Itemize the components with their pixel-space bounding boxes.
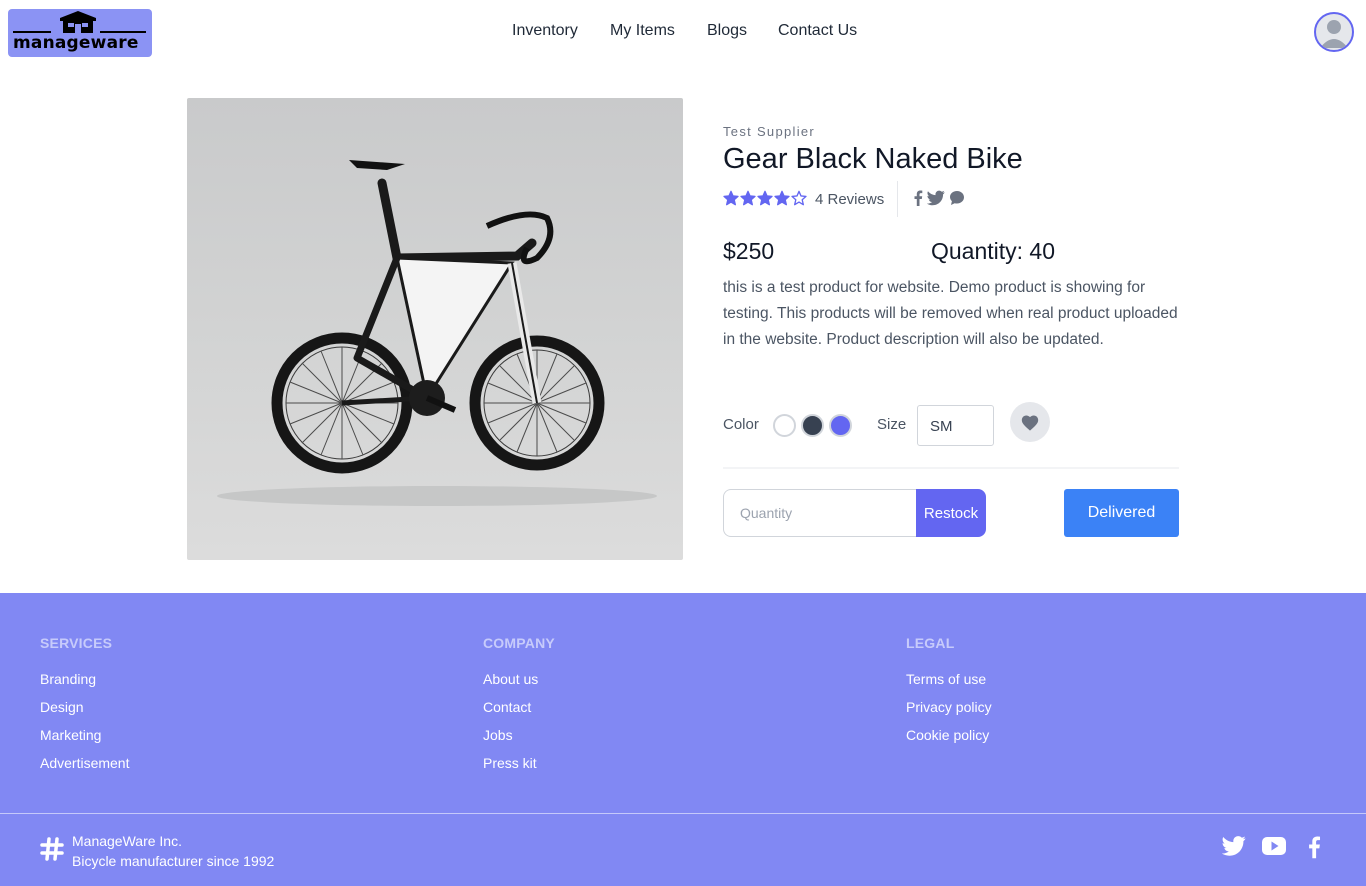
- product-image: [187, 98, 683, 560]
- size-label: Size: [877, 416, 907, 433]
- footer-link-terms[interactable]: Terms of use: [906, 671, 992, 699]
- footer-company: COMPANY About us Contact Jobs Press kit: [483, 635, 555, 783]
- product-description: this is a test product for website. Demo…: [723, 279, 1178, 348]
- site-footer: SERVICES Branding Design Marketing Adver…: [0, 593, 1366, 886]
- heart-icon: [1021, 415, 1039, 431]
- chat-icon[interactable]: [949, 190, 965, 211]
- twitter-icon[interactable]: [926, 190, 945, 211]
- supplier-name: Test Supplier: [723, 124, 816, 139]
- footer-heading-services: SERVICES: [40, 635, 113, 651]
- product-price: $250: [723, 238, 775, 264]
- color-swatch-gray[interactable]: [801, 414, 824, 437]
- footer-services: SERVICES Branding Design Marketing Adver…: [40, 635, 129, 783]
- footer-link-jobs[interactable]: Jobs: [483, 727, 555, 755]
- share-icons: [913, 190, 965, 211]
- footer-link-cookie[interactable]: Cookie policy: [906, 727, 992, 755]
- color-swatch-indigo[interactable]: [829, 414, 852, 437]
- company-name: ManageWare Inc.: [72, 833, 182, 849]
- star-rating: [723, 188, 807, 212]
- nav-blogs[interactable]: Blogs: [707, 22, 747, 40]
- star-filled-icon: [774, 190, 790, 211]
- star-empty-icon: [791, 190, 807, 211]
- restock-button[interactable]: Restock: [916, 489, 986, 537]
- user-avatar-icon[interactable]: [1314, 12, 1354, 52]
- hashtag-logo-icon: [40, 837, 64, 861]
- nav-contact-us[interactable]: Contact Us: [778, 22, 857, 40]
- site-header: manageware Inventory My Items Blogs Cont…: [0, 0, 1366, 68]
- star-filled-icon: [723, 190, 739, 211]
- color-swatch-white[interactable]: [773, 414, 796, 437]
- star-filled-icon: [757, 190, 773, 211]
- color-label: Color: [723, 416, 759, 433]
- footer-link-press-kit[interactable]: Press kit: [483, 755, 555, 783]
- footer-link-privacy[interactable]: Privacy policy: [906, 699, 992, 727]
- main-nav: Inventory My Items Blogs Contact Us: [0, 22, 1366, 46]
- footer-link-contact[interactable]: Contact: [483, 699, 555, 727]
- footer-link-branding[interactable]: Branding: [40, 671, 129, 699]
- footer-heading-legal: LEGAL: [906, 635, 955, 651]
- company-tagline: Bicycle manufacturer since 1992: [72, 853, 275, 869]
- footer-legal: LEGAL Terms of use Privacy policy Cookie…: [906, 635, 992, 755]
- footer-link-design[interactable]: Design: [40, 699, 129, 727]
- footer-link-about[interactable]: About us: [483, 671, 555, 699]
- rating-divider: [897, 181, 898, 217]
- youtube-icon[interactable]: [1262, 836, 1286, 861]
- delivered-button[interactable]: Delivered: [1064, 489, 1179, 537]
- footer-link-marketing[interactable]: Marketing: [40, 727, 129, 755]
- footer-link-advertisement[interactable]: Advertisement: [40, 755, 129, 783]
- product-title: Gear Black Naked Bike: [723, 143, 1023, 175]
- nav-inventory[interactable]: Inventory: [512, 22, 578, 40]
- divider: [723, 467, 1179, 469]
- stock-quantity: Quantity: 40: [931, 238, 1056, 264]
- footer-heading-company: COMPANY: [483, 635, 555, 651]
- stars: [723, 190, 807, 211]
- nav-my-items[interactable]: My Items: [610, 22, 675, 40]
- bike-illustration: [217, 160, 657, 506]
- quantity-input[interactable]: [723, 489, 917, 537]
- footer-divider: [0, 813, 1366, 814]
- facebook-icon[interactable]: [1307, 835, 1321, 864]
- size-select[interactable]: SM: [917, 405, 994, 446]
- reviews-count[interactable]: 4 Reviews: [815, 191, 884, 208]
- wishlist-button[interactable]: [1010, 402, 1050, 442]
- twitter-icon[interactable]: [1221, 836, 1246, 861]
- facebook-icon[interactable]: [913, 190, 923, 211]
- star-filled-icon: [740, 190, 756, 211]
